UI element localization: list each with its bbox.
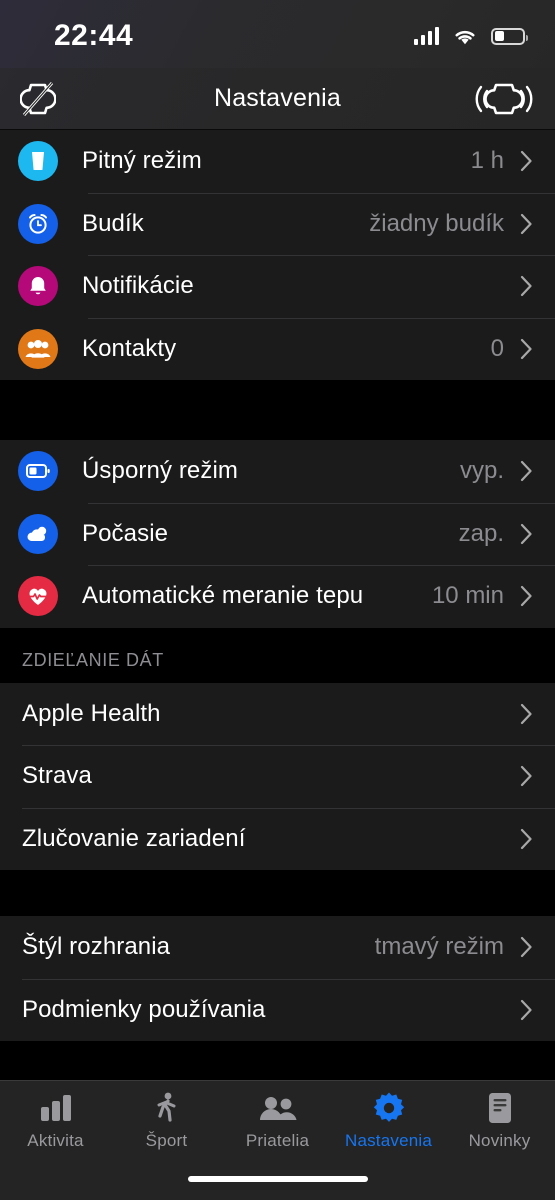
page-title: Nastavenia bbox=[213, 84, 342, 112]
list-item[interactable]: Pitný režim 1 h bbox=[0, 130, 555, 193]
list-item-label: Automatické meranie tepu bbox=[82, 582, 364, 610]
chevron-right-icon bbox=[520, 338, 533, 360]
list-item-value: tmavý režim bbox=[374, 933, 504, 961]
tab-sport[interactable]: Šport bbox=[111, 1091, 222, 1151]
phone-screen: 22:44 Nastavenia Pitný režim 1 h Budík ž… bbox=[0, 0, 555, 1200]
status-time: 22:44 bbox=[54, 19, 134, 52]
chevron-right-icon bbox=[520, 936, 533, 958]
chevron-right-icon bbox=[520, 585, 533, 607]
weather-cloud-icon bbox=[18, 513, 58, 554]
bell-icon bbox=[18, 266, 58, 307]
settings-group-appearance: Štýl rozhrania tmavý režim Podmienky pou… bbox=[0, 916, 555, 1041]
tab-label: Nastavenia bbox=[344, 1131, 433, 1150]
tab-bar: Aktivita Šport Priatelia Nastavenia Novi… bbox=[0, 1080, 555, 1172]
home-indicator[interactable] bbox=[187, 1176, 368, 1182]
section-header-data-sharing: ZDIEĽANIE DÁT bbox=[0, 627, 555, 683]
tab-novinky[interactable]: Novinky bbox=[444, 1091, 555, 1151]
list-item-label: Počasie bbox=[82, 519, 169, 547]
list-item-value: 1 h bbox=[470, 147, 504, 175]
list-item[interactable]: Automatické meranie tepu 10 min bbox=[0, 565, 555, 628]
chevron-right-icon bbox=[520, 523, 533, 545]
list-item-value: 10 min bbox=[431, 582, 504, 610]
chevron-right-icon bbox=[520, 275, 533, 297]
nav-bar: Nastavenia bbox=[0, 68, 555, 130]
tab-label: Novinky bbox=[468, 1131, 531, 1150]
cellular-signal-icon bbox=[413, 27, 439, 45]
list-item[interactable]: Strava bbox=[0, 745, 555, 808]
list-item-label: Kontakty bbox=[82, 334, 177, 362]
list-item-label: Apple Health bbox=[22, 699, 161, 727]
battery-icon bbox=[18, 451, 58, 492]
list-item-value: žiadny budík bbox=[369, 209, 504, 237]
list-item[interactable]: Kontakty 0 bbox=[0, 317, 555, 380]
chevron-right-icon bbox=[520, 765, 533, 787]
tab-priatelia[interactable]: Priatelia bbox=[222, 1091, 333, 1151]
list-item[interactable]: Podmienky používania bbox=[0, 978, 555, 1041]
list-item-label: Štýl rozhrania bbox=[22, 933, 171, 961]
water-glass-icon bbox=[18, 141, 58, 182]
settings-list: Pitný režim 1 h Budík žiadny budík Notif… bbox=[0, 130, 555, 1080]
list-item[interactable]: Štýl rozhrania tmavý režim bbox=[0, 916, 555, 979]
list-item[interactable]: Apple Health bbox=[0, 682, 555, 745]
tab-aktivita[interactable]: Aktivita bbox=[0, 1091, 111, 1151]
tab-nastavenia[interactable]: Nastavenia bbox=[333, 1091, 444, 1151]
watch-vibration-icon[interactable] bbox=[473, 79, 535, 119]
chevron-right-icon bbox=[520, 213, 533, 235]
list-item-label: Budík bbox=[82, 209, 144, 237]
list-item[interactable]: Počasie zap. bbox=[0, 502, 555, 565]
status-indicators bbox=[413, 27, 528, 46]
list-item-value: vyp. bbox=[459, 457, 504, 485]
people-icon bbox=[259, 1091, 297, 1125]
list-item-label: Pitný režim bbox=[82, 147, 202, 175]
list-item-label: Strava bbox=[22, 762, 92, 790]
status-bar: 22:44 bbox=[0, 0, 555, 68]
list-item[interactable]: Úsporný režim vyp. bbox=[0, 440, 555, 503]
settings-group-device: Úsporný režim vyp. Počasie zap. Automati… bbox=[0, 440, 555, 628]
walking-person-icon bbox=[153, 1091, 181, 1125]
list-item-value: 0 bbox=[490, 334, 504, 362]
list-item[interactable]: Notifikácie bbox=[0, 255, 555, 318]
bar-chart-icon bbox=[39, 1091, 73, 1125]
home-indicator-area bbox=[0, 1172, 555, 1200]
chevron-right-icon bbox=[520, 828, 533, 850]
chevron-right-icon bbox=[520, 150, 533, 172]
list-item[interactable]: Budík žiadny budík bbox=[0, 192, 555, 255]
tab-label: Aktivita bbox=[27, 1131, 84, 1150]
list-item-label: Zlučovanie zariadení bbox=[22, 824, 246, 852]
tab-label: Šport bbox=[145, 1131, 188, 1150]
alarm-clock-icon bbox=[18, 203, 58, 244]
settings-group-general: Pitný režim 1 h Budík žiadny budík Notif… bbox=[0, 130, 555, 380]
battery-low-icon bbox=[491, 27, 528, 45]
section-gap bbox=[0, 870, 555, 916]
list-item-value: zap. bbox=[458, 519, 504, 547]
chevron-right-icon bbox=[520, 999, 533, 1021]
settings-group-data-sharing: Apple Health Strava Zlučovanie zariadení bbox=[0, 682, 555, 870]
list-item[interactable]: Zlučovanie zariadení bbox=[0, 807, 555, 870]
document-icon bbox=[487, 1091, 513, 1125]
wifi-icon bbox=[455, 30, 475, 44]
contacts-icon bbox=[18, 328, 58, 369]
tab-label: Priatelia bbox=[245, 1131, 310, 1150]
gear-icon bbox=[373, 1091, 405, 1125]
list-item-label: Notifikácie bbox=[82, 272, 194, 300]
chevron-right-icon bbox=[520, 460, 533, 482]
list-item-label: Úsporný režim bbox=[82, 457, 238, 485]
chevron-right-icon bbox=[520, 703, 533, 725]
watch-disconnected-icon[interactable] bbox=[20, 79, 56, 119]
heart-pulse-icon bbox=[18, 576, 58, 617]
list-item-label: Podmienky používania bbox=[22, 995, 266, 1023]
section-gap bbox=[0, 380, 555, 440]
